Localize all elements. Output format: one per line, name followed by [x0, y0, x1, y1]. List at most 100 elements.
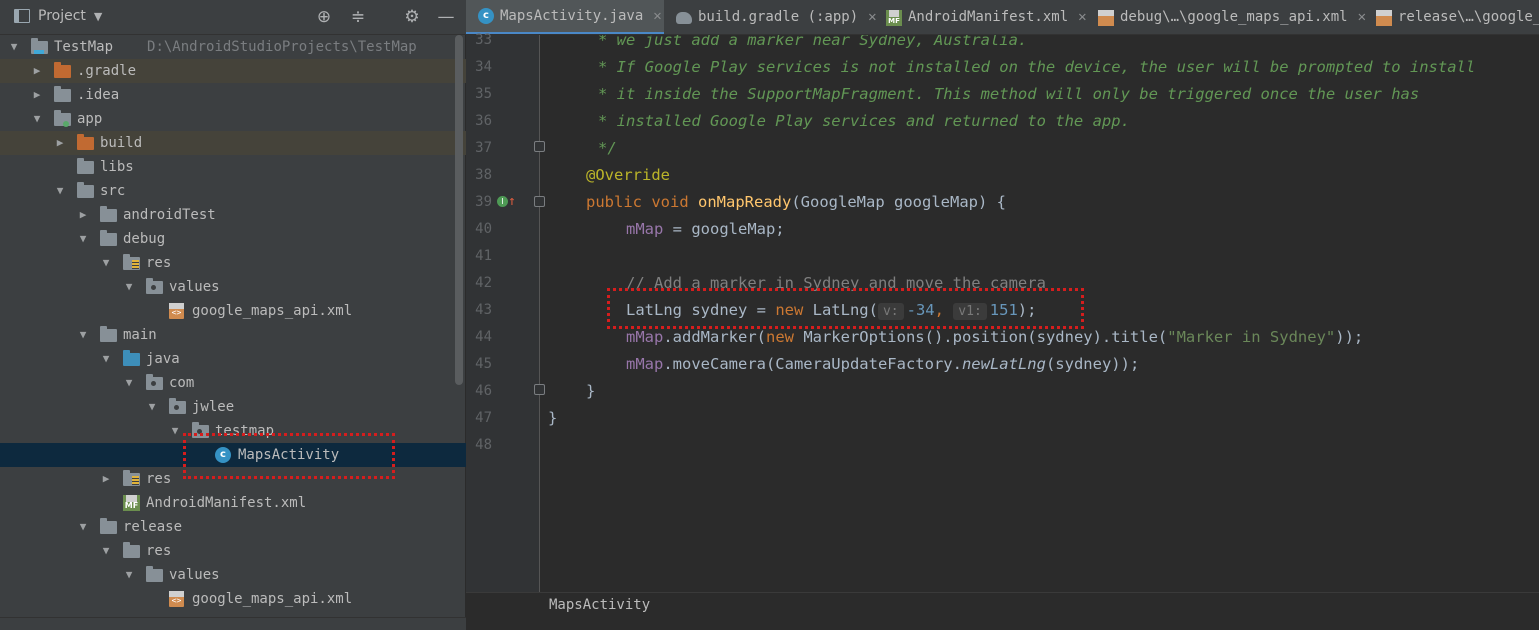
collapsed-arrow-icon[interactable]: ▶ — [31, 59, 43, 83]
expanded-arrow-icon[interactable]: ▼ — [100, 251, 112, 275]
expanded-arrow-icon[interactable]: ▼ — [123, 371, 135, 395]
tree-item-values[interactable]: ▼ values — [0, 275, 466, 299]
code-line-36: * installed Google Play services and ret… — [598, 112, 1130, 130]
expanded-arrow-icon[interactable]: ▼ — [123, 563, 135, 587]
code-line-35: * it inside the SupportMapFragment. This… — [598, 85, 1420, 103]
fold-start-icon[interactable] — [534, 196, 545, 207]
tree-item-label: values — [169, 279, 220, 295]
collapsed-arrow-icon[interactable]: ▶ — [54, 131, 66, 155]
tree-item-label: google_maps_api.xml — [192, 591, 353, 607]
package-folder-icon — [146, 374, 164, 390]
folder-icon — [146, 566, 164, 582]
folder-icon — [77, 182, 95, 198]
tree-item-release[interactable]: ▼ release — [0, 515, 466, 539]
tree-item-app[interactable]: ▼ app — [0, 107, 466, 131]
tree-item-values[interactable]: ▼ values — [0, 563, 466, 587]
tree-item-libs[interactable]: libs — [0, 155, 466, 179]
expanded-arrow-icon[interactable]: ▼ — [100, 539, 112, 563]
tree-item-androidmanifest-xml[interactable]: MF AndroidManifest.xml — [0, 491, 466, 515]
folder-icon — [100, 518, 118, 534]
collapse-all-icon[interactable]: ≑ — [348, 6, 368, 28]
tree-item-label: TestMap D:\AndroidStudioProjects\TestMap — [54, 39, 417, 55]
expanded-arrow-icon[interactable]: ▼ — [54, 179, 66, 203]
folder-icon — [100, 206, 118, 222]
project-folder-icon — [31, 38, 49, 54]
close-tab-icon[interactable]: ✕ — [653, 0, 661, 34]
collapsed-arrow-icon[interactable]: ▶ — [77, 203, 89, 227]
line-number: 44 — [475, 329, 492, 345]
tree-item-res[interactable]: ▼ res — [0, 539, 466, 563]
package-folder-icon — [169, 398, 187, 414]
xml-file-icon — [1098, 9, 1114, 26]
manifest-file-icon: MF — [123, 495, 141, 511]
tab-build-gradle-app[interactable]: build.gradle (:app) ✕ — [664, 0, 877, 34]
tree-item-debug[interactable]: ▼ debug — [0, 227, 466, 251]
expanded-arrow-icon[interactable]: ▼ — [77, 323, 89, 347]
expanded-arrow-icon[interactable]: ▼ — [169, 419, 181, 443]
expanded-arrow-icon[interactable]: ▼ — [146, 395, 158, 419]
code-line-34: * If Google Play services is not install… — [598, 58, 1476, 76]
collapsed-arrow-icon[interactable]: ▶ — [31, 83, 43, 107]
tree-item-label: .idea — [77, 87, 120, 103]
module-folder-icon — [54, 110, 72, 127]
code-line-45: mMap.moveCamera(CameraUpdateFactory.newL… — [626, 355, 1140, 373]
tree-item-google-maps-api-xml[interactable]: <> google_maps_api.xml — [0, 587, 466, 611]
line-number: 35 — [475, 86, 492, 102]
tree-item-res[interactable]: ▼ res — [0, 251, 466, 275]
tree-item-label: src — [100, 183, 126, 199]
expanded-arrow-icon[interactable]: ▼ — [77, 227, 89, 251]
collapsed-arrow-icon[interactable]: ▶ — [100, 467, 112, 491]
tree-scrollbar[interactable] — [455, 35, 463, 385]
annotation-box-mapsactivity — [183, 433, 395, 479]
class-file-icon: c — [478, 8, 494, 24]
expanded-arrow-icon[interactable]: ▼ — [8, 35, 20, 59]
manifest-file-icon: MF — [886, 9, 902, 26]
line-number: 43 — [475, 302, 492, 318]
override-gutter-marker[interactable]: I ↑ — [497, 194, 516, 209]
tree-item-label: app — [77, 111, 103, 127]
tree-item-src[interactable]: ▼ src — [0, 179, 466, 203]
project-panel: Project ▼ ⊕ ≑ ⚙ — ▼ TestMap D:\AndroidStud… — [0, 0, 466, 630]
tree-item-label: google_maps_api.xml — [192, 303, 353, 319]
code-line-46: } — [586, 382, 596, 400]
line-number: 41 — [475, 248, 492, 264]
breadcrumb-class[interactable]: MapsActivity — [549, 594, 650, 616]
package-folder-icon — [146, 278, 164, 294]
hide-panel-icon[interactable]: — — [436, 6, 456, 28]
folder-orange-icon — [54, 62, 72, 78]
tab-release-google-m[interactable]: release\…\google_m — [1364, 0, 1539, 34]
tree-item-jwlee[interactable]: ▼ jwlee — [0, 395, 466, 419]
tree-item--idea[interactable]: ▶ .idea — [0, 83, 466, 107]
line-number: 40 — [475, 221, 492, 237]
tree-item-com[interactable]: ▼ com — [0, 371, 466, 395]
expanded-arrow-icon[interactable]: ▼ — [123, 275, 135, 299]
expanded-arrow-icon[interactable]: ▼ — [100, 347, 112, 371]
folder-orange-icon — [77, 134, 95, 150]
fold-end-icon[interactable] — [534, 141, 545, 152]
code-line-40: mMap = googleMap; — [626, 220, 785, 238]
crosshair-icon[interactable]: ⊕ — [314, 6, 334, 28]
line-number: 36 — [475, 113, 492, 129]
tree-item-build[interactable]: ▶ build — [0, 131, 466, 155]
folder-icon — [100, 230, 118, 246]
tree-item-main[interactable]: ▼ main — [0, 323, 466, 347]
gear-icon[interactable]: ⚙ — [402, 6, 422, 28]
tree-item-testmap[interactable]: ▼ TestMap D:\AndroidStudioProjects\TestMap — [0, 35, 466, 59]
expanded-arrow-icon[interactable]: ▼ — [31, 107, 43, 131]
project-view-selector[interactable]: Project ▼ — [14, 8, 102, 24]
tab-androidmanifest-xml[interactable]: MF AndroidManifest.xml ✕ — [874, 0, 1087, 34]
tree-item-label: androidTest — [123, 207, 216, 223]
editor-breadcrumb[interactable]: MapsActivity — [466, 592, 1539, 630]
tree-item--gradle[interactable]: ▶ .gradle — [0, 59, 466, 83]
fold-end-icon[interactable] — [534, 384, 545, 395]
tab-debug-google-maps-api-xml[interactable]: debug\…\google_maps_api.xml ✕ — [1086, 0, 1366, 34]
tree-item-google-maps-api-xml[interactable]: <> google_maps_api.xml — [0, 299, 466, 323]
tree-item-label: libs — [100, 159, 134, 175]
tree-item-label: .gradle — [77, 63, 137, 79]
tree-item-java[interactable]: ▼ java — [0, 347, 466, 371]
tab-label: release\…\google_m — [1398, 9, 1539, 25]
tree-item-androidtest[interactable]: ▶ androidTest — [0, 203, 466, 227]
tab-label: AndroidManifest.xml — [908, 9, 1069, 25]
expanded-arrow-icon[interactable]: ▼ — [77, 515, 89, 539]
tab-mapsactivity-java[interactable]: c MapsActivity.java ✕ — [466, 0, 664, 34]
